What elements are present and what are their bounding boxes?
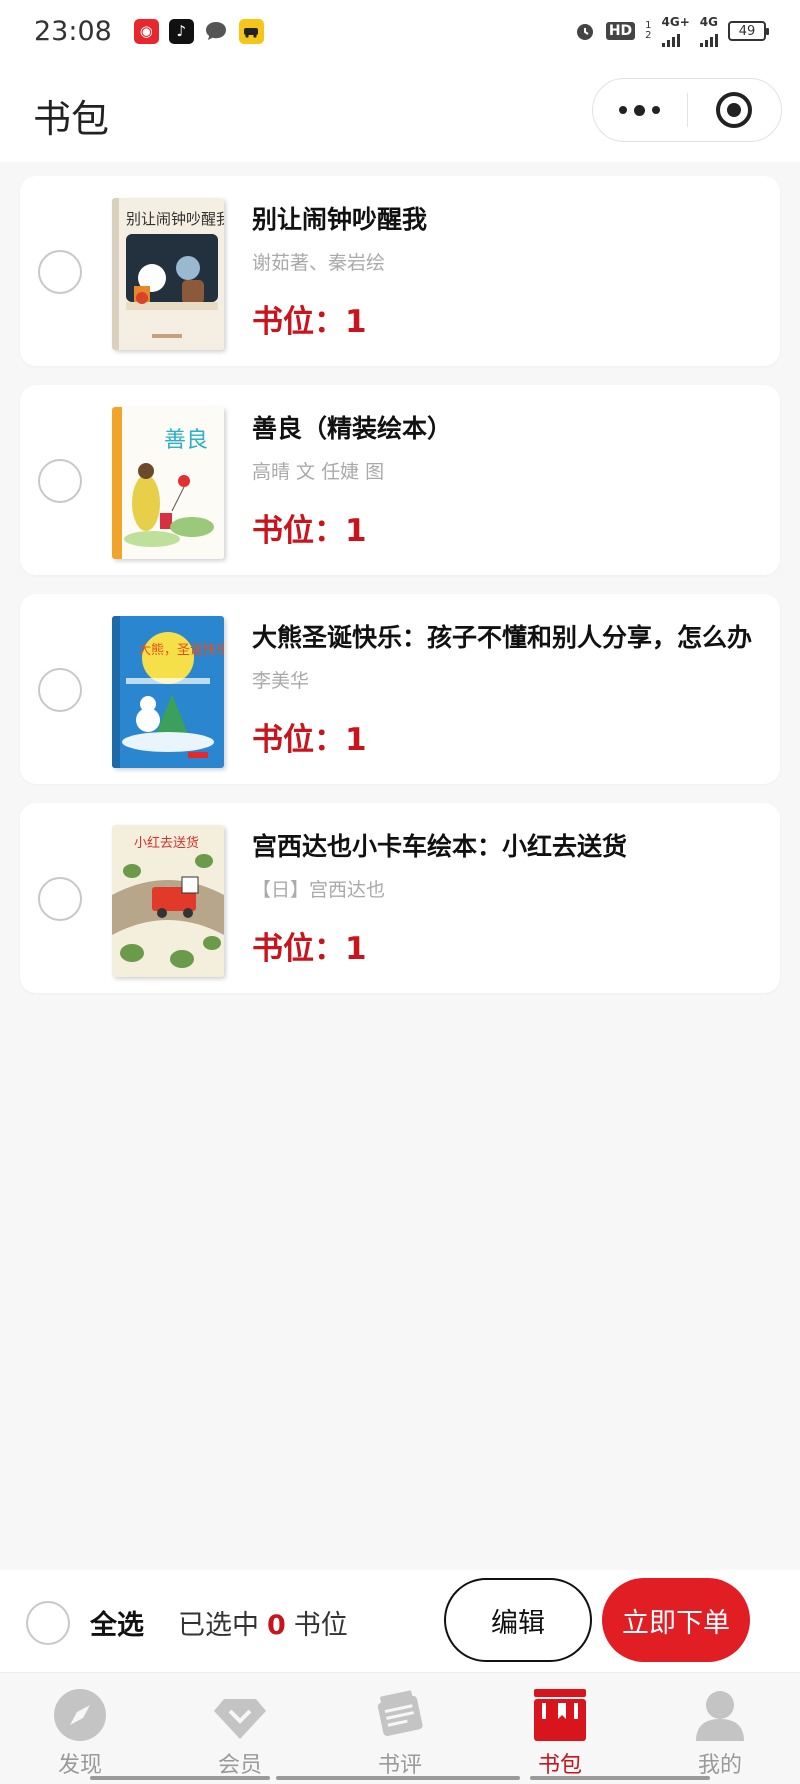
selected-suffix: 书位: [293, 1610, 348, 1641]
action-bar: 全选 已选中 0 书位 编辑 立即下单: [0, 1570, 800, 1672]
book-slot: 书位：1: [252, 304, 367, 340]
mini-program-capsule: [592, 78, 782, 142]
diamond-icon: [212, 1687, 268, 1743]
more-button[interactable]: [593, 78, 687, 142]
book-card[interactable]: 别让闹钟吵醒我 别让闹钟吵醒我 谢茹著、秦岩绘 书位：1: [20, 176, 780, 366]
sim-label-2: 2: [645, 30, 652, 41]
book-select-radio[interactable]: [38, 877, 82, 921]
tiktok-icon: ♪: [168, 18, 194, 44]
page-header: 书包: [0, 62, 800, 162]
taxi-icon: [238, 18, 264, 44]
selected-count: 0: [267, 1610, 286, 1641]
page-title: 书包: [33, 97, 110, 141]
cover-title-text: 大熊，圣诞快乐: [138, 642, 224, 658]
order-button[interactable]: 立即下单: [602, 1578, 750, 1662]
signal-1-icon: [661, 29, 680, 47]
book-title: 别让闹钟吵醒我: [252, 205, 428, 234]
book-select-radio[interactable]: [38, 668, 82, 712]
tab-bookbag[interactable]: 书包: [480, 1673, 640, 1784]
notification-icons: ◉ ♪: [133, 18, 264, 44]
hd-badge: HD: [605, 22, 636, 40]
book-select-radio[interactable]: [38, 250, 82, 294]
tab-label: 发现: [57, 1753, 102, 1778]
select-all-radio[interactable]: [26, 1601, 70, 1645]
tab-label: 书评: [377, 1753, 422, 1778]
netease-music-icon: ◉: [133, 18, 159, 44]
cover-title-text: 善良: [164, 428, 208, 453]
system-status: HD 1 2 4G+ 4G 49: [574, 0, 769, 62]
signal-2-icon: [699, 29, 718, 47]
battery-icon: 49: [728, 21, 769, 41]
network-1: 4G+: [661, 15, 690, 47]
network-2-label: 4G: [699, 15, 718, 29]
tab-membership[interactable]: 会员: [160, 1673, 320, 1784]
scroll-indicator: [90, 1776, 270, 1780]
book-cover[interactable]: 小红去送货: [112, 825, 224, 977]
book-author: 谢茹著、秦岩绘: [252, 252, 386, 274]
book-title: 善良（精装绘本）: [252, 414, 453, 443]
book-title: 宫西达也小卡车绘本：小红去送货: [252, 832, 628, 861]
book-list: 别让闹钟吵醒我 别让闹钟吵醒我 谢茹著、秦岩绘 书位：1 善良 善良（精装绘本）…: [20, 176, 780, 1012]
book-title: 大熊圣诞快乐：孩子不懂和别人分享，怎么办: [252, 623, 753, 652]
network-2: 4G: [699, 15, 718, 47]
scroll-indicator: [276, 1776, 520, 1780]
selected-prefix: 已选中: [178, 1610, 259, 1641]
tab-bar: 发现 会员 书评 书包 我的: [0, 1672, 800, 1784]
bookbag-icon: [532, 1687, 588, 1743]
compass-icon: [52, 1687, 108, 1743]
book-card[interactable]: 大熊，圣诞快乐 大熊圣诞快乐：孩子不懂和别人分享，怎么办 李美华 书位：1: [20, 594, 780, 784]
book-card[interactable]: 善良 善良（精装绘本） 高晴 文 任婕 图 书位：1: [20, 385, 780, 575]
book-author: 高晴 文 任婕 图: [252, 461, 385, 483]
sim-labels: 1 2: [645, 21, 651, 41]
book-card[interactable]: 小红去送货 宫西达也小卡车绘本：小红去送货 【日】宫西达也 书位：1: [20, 803, 780, 993]
user-icon: [692, 1687, 748, 1743]
tab-reviews[interactable]: 书评: [320, 1673, 480, 1784]
cover-title-text: 别让闹钟吵醒我: [126, 211, 224, 228]
tab-profile[interactable]: 我的: [640, 1673, 800, 1784]
alarm-icon: [576, 24, 593, 40]
book-slot: 书位：1: [252, 722, 367, 758]
select-all-label[interactable]: 全选: [90, 1603, 144, 1642]
status-bar: 23:08 ◉ ♪ HD 1 2 4G+ 4G 49: [0, 0, 800, 62]
tab-label: 会员: [217, 1753, 262, 1778]
book-author: 李美华: [252, 670, 310, 692]
tab-discover[interactable]: 发现: [0, 1673, 160, 1784]
tab-label: 我的: [697, 1753, 742, 1778]
edit-button[interactable]: 编辑: [444, 1578, 592, 1662]
book-slot: 书位：1: [252, 513, 367, 549]
network-1-label: 4G+: [661, 15, 690, 29]
chat-icon: [204, 19, 229, 44]
selected-info: 已选中 0 书位: [178, 1603, 348, 1642]
book-slot: 书位：1: [252, 931, 367, 967]
review-icon: [372, 1687, 428, 1743]
book-cover[interactable]: 别让闹钟吵醒我: [112, 198, 224, 350]
scroll-indicator: [530, 1776, 710, 1780]
book-author: 【日】宫西达也: [252, 879, 386, 901]
target-icon: [716, 92, 753, 128]
book-cover[interactable]: 善良: [112, 407, 224, 559]
book-cover[interactable]: 大熊，圣诞快乐: [112, 616, 224, 768]
more-dots-icon: [619, 104, 661, 116]
status-time: 23:08: [34, 15, 112, 47]
close-button[interactable]: [688, 78, 782, 142]
book-select-radio[interactable]: [38, 459, 82, 503]
tab-label: 书包: [537, 1753, 582, 1778]
cover-title-text: 小红去送货: [134, 835, 199, 851]
